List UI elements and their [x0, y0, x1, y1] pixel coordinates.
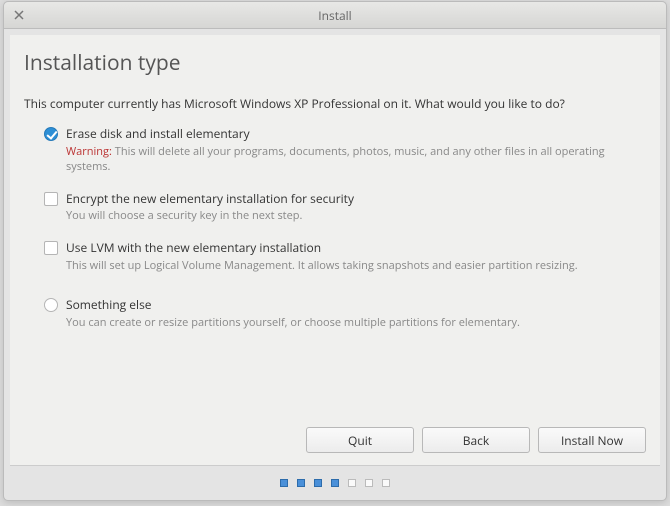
intro-text: This computer currently has Microsoft Wi…	[24, 95, 646, 112]
options-group: Erase disk and install elementary Warnin…	[44, 126, 646, 346]
checkbox-lvm[interactable]	[44, 241, 58, 255]
install-now-button[interactable]: Install Now	[538, 427, 646, 453]
option-something-else[interactable]: Something else You can create or resize …	[44, 297, 646, 330]
step-dot	[365, 479, 373, 487]
quit-button[interactable]: Quit	[306, 427, 414, 453]
button-row: Quit Back Install Now	[24, 427, 646, 453]
step-dot	[314, 479, 322, 487]
step-indicator	[4, 466, 666, 500]
step-dot	[331, 479, 339, 487]
option-lvm-label: Use LVM with the new elementary installa…	[66, 240, 646, 257]
radio-erase[interactable]	[44, 127, 58, 141]
option-encrypt[interactable]: Encrypt the new elementary installation …	[44, 191, 646, 224]
option-erase[interactable]: Erase disk and install elementary Warnin…	[44, 126, 646, 175]
option-encrypt-label: Encrypt the new elementary installation …	[66, 191, 646, 208]
option-lvm-desc: This will set up Logical Volume Manageme…	[66, 258, 646, 273]
close-icon[interactable]	[10, 6, 28, 24]
content-panel: Installation type This computer currentl…	[10, 35, 660, 466]
option-lvm[interactable]: Use LVM with the new elementary installa…	[44, 240, 646, 273]
warning-text: This will delete all your programs, docu…	[66, 144, 605, 174]
option-something-else-desc: You can create or resize partitions your…	[66, 315, 646, 330]
back-button[interactable]: Back	[422, 427, 530, 453]
warning-prefix: Warning:	[66, 144, 112, 159]
step-dot	[297, 479, 305, 487]
option-erase-desc: Warning: This will delete all your progr…	[66, 144, 646, 175]
option-encrypt-desc: You will choose a security key in the ne…	[66, 208, 646, 223]
window-title: Install	[4, 7, 666, 24]
checkbox-encrypt[interactable]	[44, 192, 58, 206]
titlebar: Install	[4, 2, 666, 29]
radio-something-else[interactable]	[44, 298, 58, 312]
step-dot	[382, 479, 390, 487]
option-something-else-label: Something else	[66, 297, 646, 314]
install-window: Install Installation type This computer …	[3, 1, 667, 501]
page-title: Installation type	[24, 49, 646, 77]
option-erase-label: Erase disk and install elementary	[66, 126, 646, 143]
step-dot	[280, 479, 288, 487]
step-dot	[348, 479, 356, 487]
